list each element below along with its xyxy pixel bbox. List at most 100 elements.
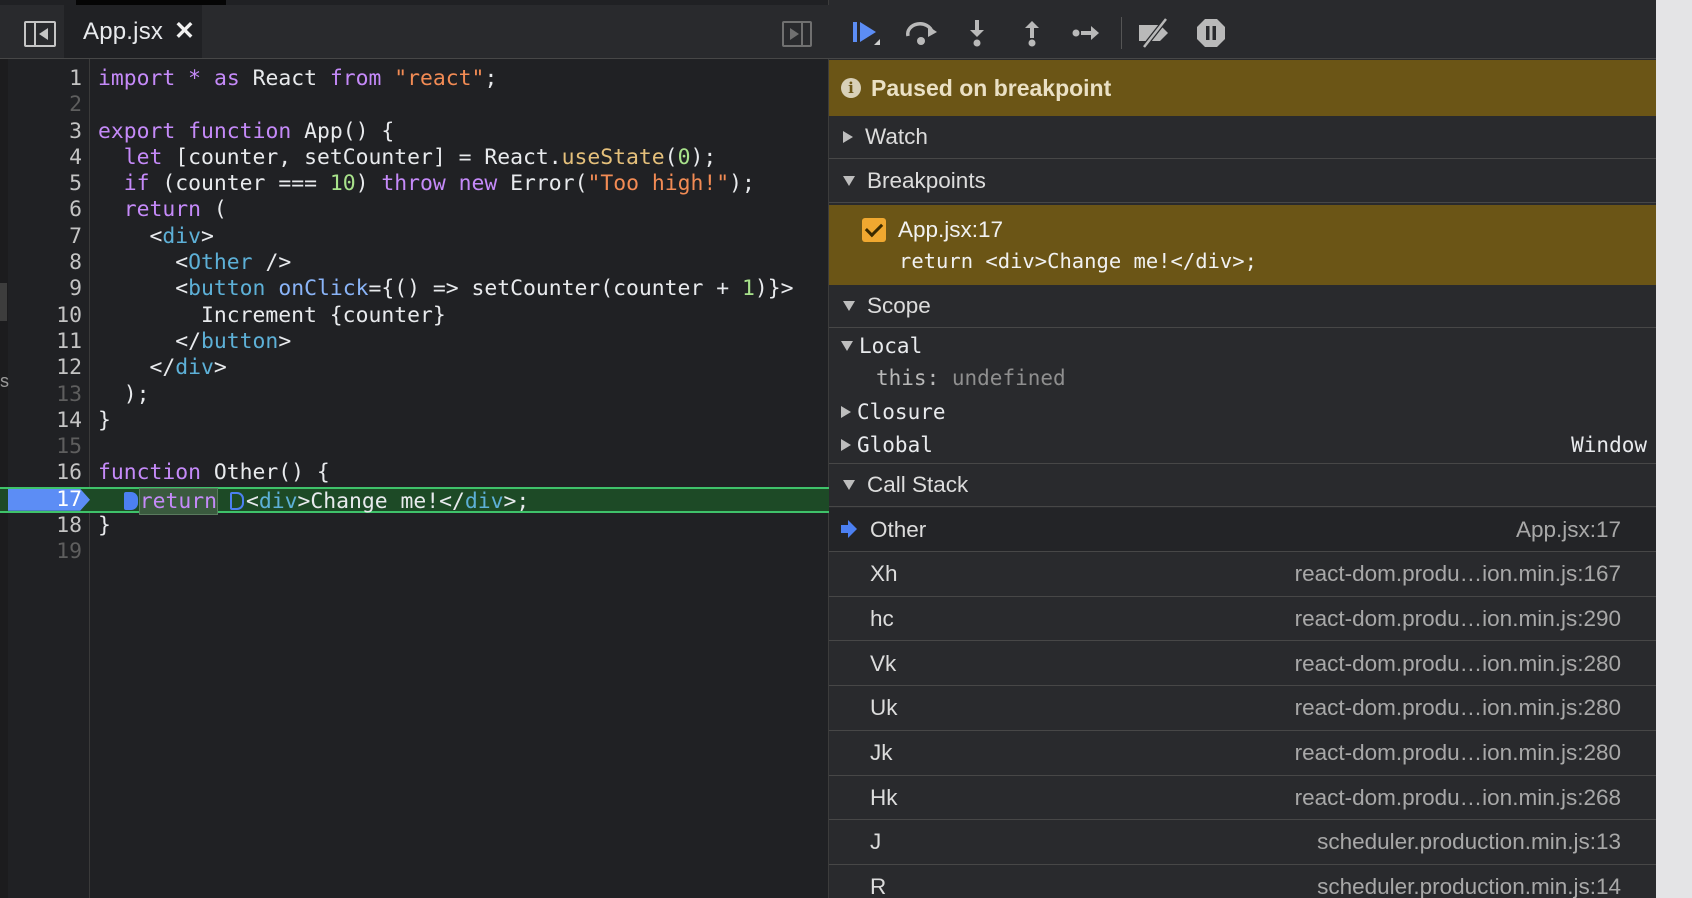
watch-section-header[interactable]: Watch <box>829 116 1656 159</box>
call-stack-label: Call Stack <box>867 472 969 497</box>
scope-global[interactable]: Global Window <box>829 429 1656 461</box>
sources-editor: App.jsx ✕ s 1 import * as React from "rea… <box>0 0 829 898</box>
pause-on-exceptions-button[interactable] <box>1191 15 1231 51</box>
variable-value: undefined <box>951 366 1066 390</box>
watch-label: Watch <box>865 124 928 149</box>
sidebar-toggle-icon[interactable] <box>24 21 56 47</box>
code-line[interactable]: 18} <box>0 513 829 539</box>
tab-app-jsx[interactable]: App.jsx ✕ <box>64 5 202 58</box>
line-number[interactable]: 14 <box>8 408 82 434</box>
code-line[interactable]: 7 <div> <box>0 224 829 250</box>
code-line[interactable]: 1 import * as React from "react"; <box>0 66 829 92</box>
line-number[interactable]: 16 <box>8 460 82 486</box>
scope-section-header[interactable]: Scope <box>829 285 1656 328</box>
call-stack-frame[interactable]: Vk react-dom.produ…ion.min.js:280 <box>829 642 1656 687</box>
line-number[interactable]: 10 <box>8 303 82 329</box>
line-code[interactable]: <div> <box>98 224 214 250</box>
code-line[interactable]: 6 return ( <box>0 197 829 223</box>
line-number[interactable]: 3 <box>8 119 82 145</box>
step-button[interactable] <box>1067 15 1107 51</box>
line-number[interactable]: 1 <box>8 66 82 92</box>
resume-button[interactable] <box>847 15 887 51</box>
line-code[interactable]: let [counter, setCounter] = React.useSta… <box>98 145 716 171</box>
step-out-button[interactable] <box>1012 15 1052 51</box>
code-line[interactable]: 10 Increment {counter} <box>0 303 829 329</box>
scope-local[interactable]: Local <box>829 330 1656 362</box>
line-number[interactable]: 7 <box>8 224 82 250</box>
code-line[interactable]: 4 let [counter, setCounter] = React.useS… <box>0 145 829 171</box>
collapse-arrow-icon <box>841 341 853 351</box>
call-stack-frame[interactable]: hc react-dom.produ…ion.min.js:290 <box>829 597 1656 642</box>
call-stack-frame[interactable]: Hk react-dom.produ…ion.min.js:268 <box>829 776 1656 821</box>
line-number[interactable]: 13 <box>8 382 82 408</box>
line-code[interactable]: <button onClick={() => setCounter(counte… <box>98 276 793 302</box>
call-stack-frame[interactable]: Uk react-dom.produ…ion.min.js:280 <box>829 687 1656 731</box>
call-stack-frame[interactable]: Rscheduler.production.min.js:14 <box>829 866 1656 898</box>
breakpoint-item[interactable]: App.jsx:17 return <div>Change me!</div>; <box>829 205 1656 285</box>
line-code[interactable]: return <div>Change me!</div>; <box>98 487 529 515</box>
line-number[interactable]: 17 <box>8 488 90 511</box>
line-number[interactable]: 8 <box>8 250 82 276</box>
code-line[interactable]: 19 <box>0 539 829 565</box>
line-number[interactable]: 4 <box>8 145 82 171</box>
expand-arrow-icon <box>841 406 851 418</box>
step-over-button[interactable] <box>902 15 942 51</box>
scope-closure[interactable]: Closure <box>829 396 1656 428</box>
code-line[interactable]: 3 export function App() { <box>0 119 829 145</box>
line-code[interactable]: </div> <box>98 355 227 381</box>
line-number[interactable]: 19 <box>8 539 82 565</box>
call-stack-section-header[interactable]: Call Stack <box>829 464 1656 507</box>
breakpoint-checkbox[interactable] <box>862 218 886 242</box>
line-number[interactable]: 2 <box>8 92 82 118</box>
code-line[interactable]: 2 <box>0 92 829 118</box>
line-code[interactable]: Increment {counter} <box>98 303 446 329</box>
code-line[interactable]: 16 function Other() { <box>0 460 829 486</box>
line-code[interactable]: } <box>98 408 111 434</box>
line-code[interactable]: function Other() { <box>98 460 330 486</box>
scope-closure-label: Closure <box>857 400 946 424</box>
line-number[interactable]: 5 <box>8 171 82 197</box>
code-line[interactable]: 13 ); <box>0 382 829 408</box>
line-code[interactable]: ); <box>98 382 150 408</box>
editor-tabbar: App.jsx ✕ <box>0 5 829 59</box>
scope-variable-this[interactable]: this: undefined <box>876 366 1066 390</box>
close-icon[interactable]: ✕ <box>174 17 195 45</box>
code-line[interactable]: 12 </div> <box>0 355 829 381</box>
panel-toggle-icon[interactable] <box>782 21 812 47</box>
code-line[interactable]: 11 </button> <box>0 329 829 355</box>
code-line[interactable]: 8 <Other /> <box>0 250 829 276</box>
code-area[interactable]: 1 import * as React from "react"; 2 3 export… <box>0 66 829 566</box>
line-number[interactable]: 12 <box>8 355 82 381</box>
line-code[interactable]: <Other /> <box>98 250 291 276</box>
code-line[interactable]: 9 <button onClick={() => setCounter(coun… <box>0 276 829 302</box>
line-code[interactable]: return ( <box>98 197 227 223</box>
breakpoint-marker-icon[interactable] <box>123 491 138 510</box>
line-number[interactable]: 9 <box>8 276 82 302</box>
line-number[interactable]: 11 <box>8 329 82 355</box>
frame-name: Hk <box>870 784 898 810</box>
call-stack-frame[interactable]: Jk react-dom.produ…ion.min.js:280 <box>829 732 1656 776</box>
line-code[interactable]: import * as React from "react"; <box>98 66 497 92</box>
code-line[interactable]: 14} <box>0 408 829 434</box>
breakpoint-marker-icon[interactable] <box>229 491 244 510</box>
line-number[interactable]: 18 <box>8 513 82 539</box>
line-number[interactable]: 6 <box>8 197 82 223</box>
line-number[interactable]: 15 <box>8 434 82 460</box>
breakpoints-section-header[interactable]: Breakpoints <box>829 160 1656 203</box>
line-code[interactable]: export function App() { <box>98 119 394 145</box>
step-into-button[interactable] <box>957 15 997 51</box>
scope-global-label: Global <box>857 433 933 457</box>
call-stack-frame[interactable]: Xh react-dom.produ…ion.min.js:167 <box>829 553 1656 597</box>
code-line[interactable]: 5 if (counter === 10) throw new Error("T… <box>0 171 829 197</box>
line-code[interactable]: } <box>98 513 111 539</box>
code-line[interactable]: 15 <box>0 434 829 460</box>
frame-name: Vk <box>870 650 897 676</box>
call-stack-frame[interactable]: Jscheduler.production.min.js:13 <box>829 821 1656 865</box>
frame-name: Other <box>870 516 927 542</box>
call-stack-frame[interactable]: Other App.jsx:17 <box>829 508 1656 552</box>
deactivate-breakpoints-button[interactable] <box>1136 15 1176 51</box>
line-code[interactable]: if (counter === 10) throw new Error("Too… <box>98 171 755 197</box>
scope-local-label: Local <box>859 334 923 358</box>
code-line-paused[interactable]: 17 return <div>Change me!</div>; <box>0 486 829 515</box>
line-code[interactable]: </button> <box>98 329 291 355</box>
